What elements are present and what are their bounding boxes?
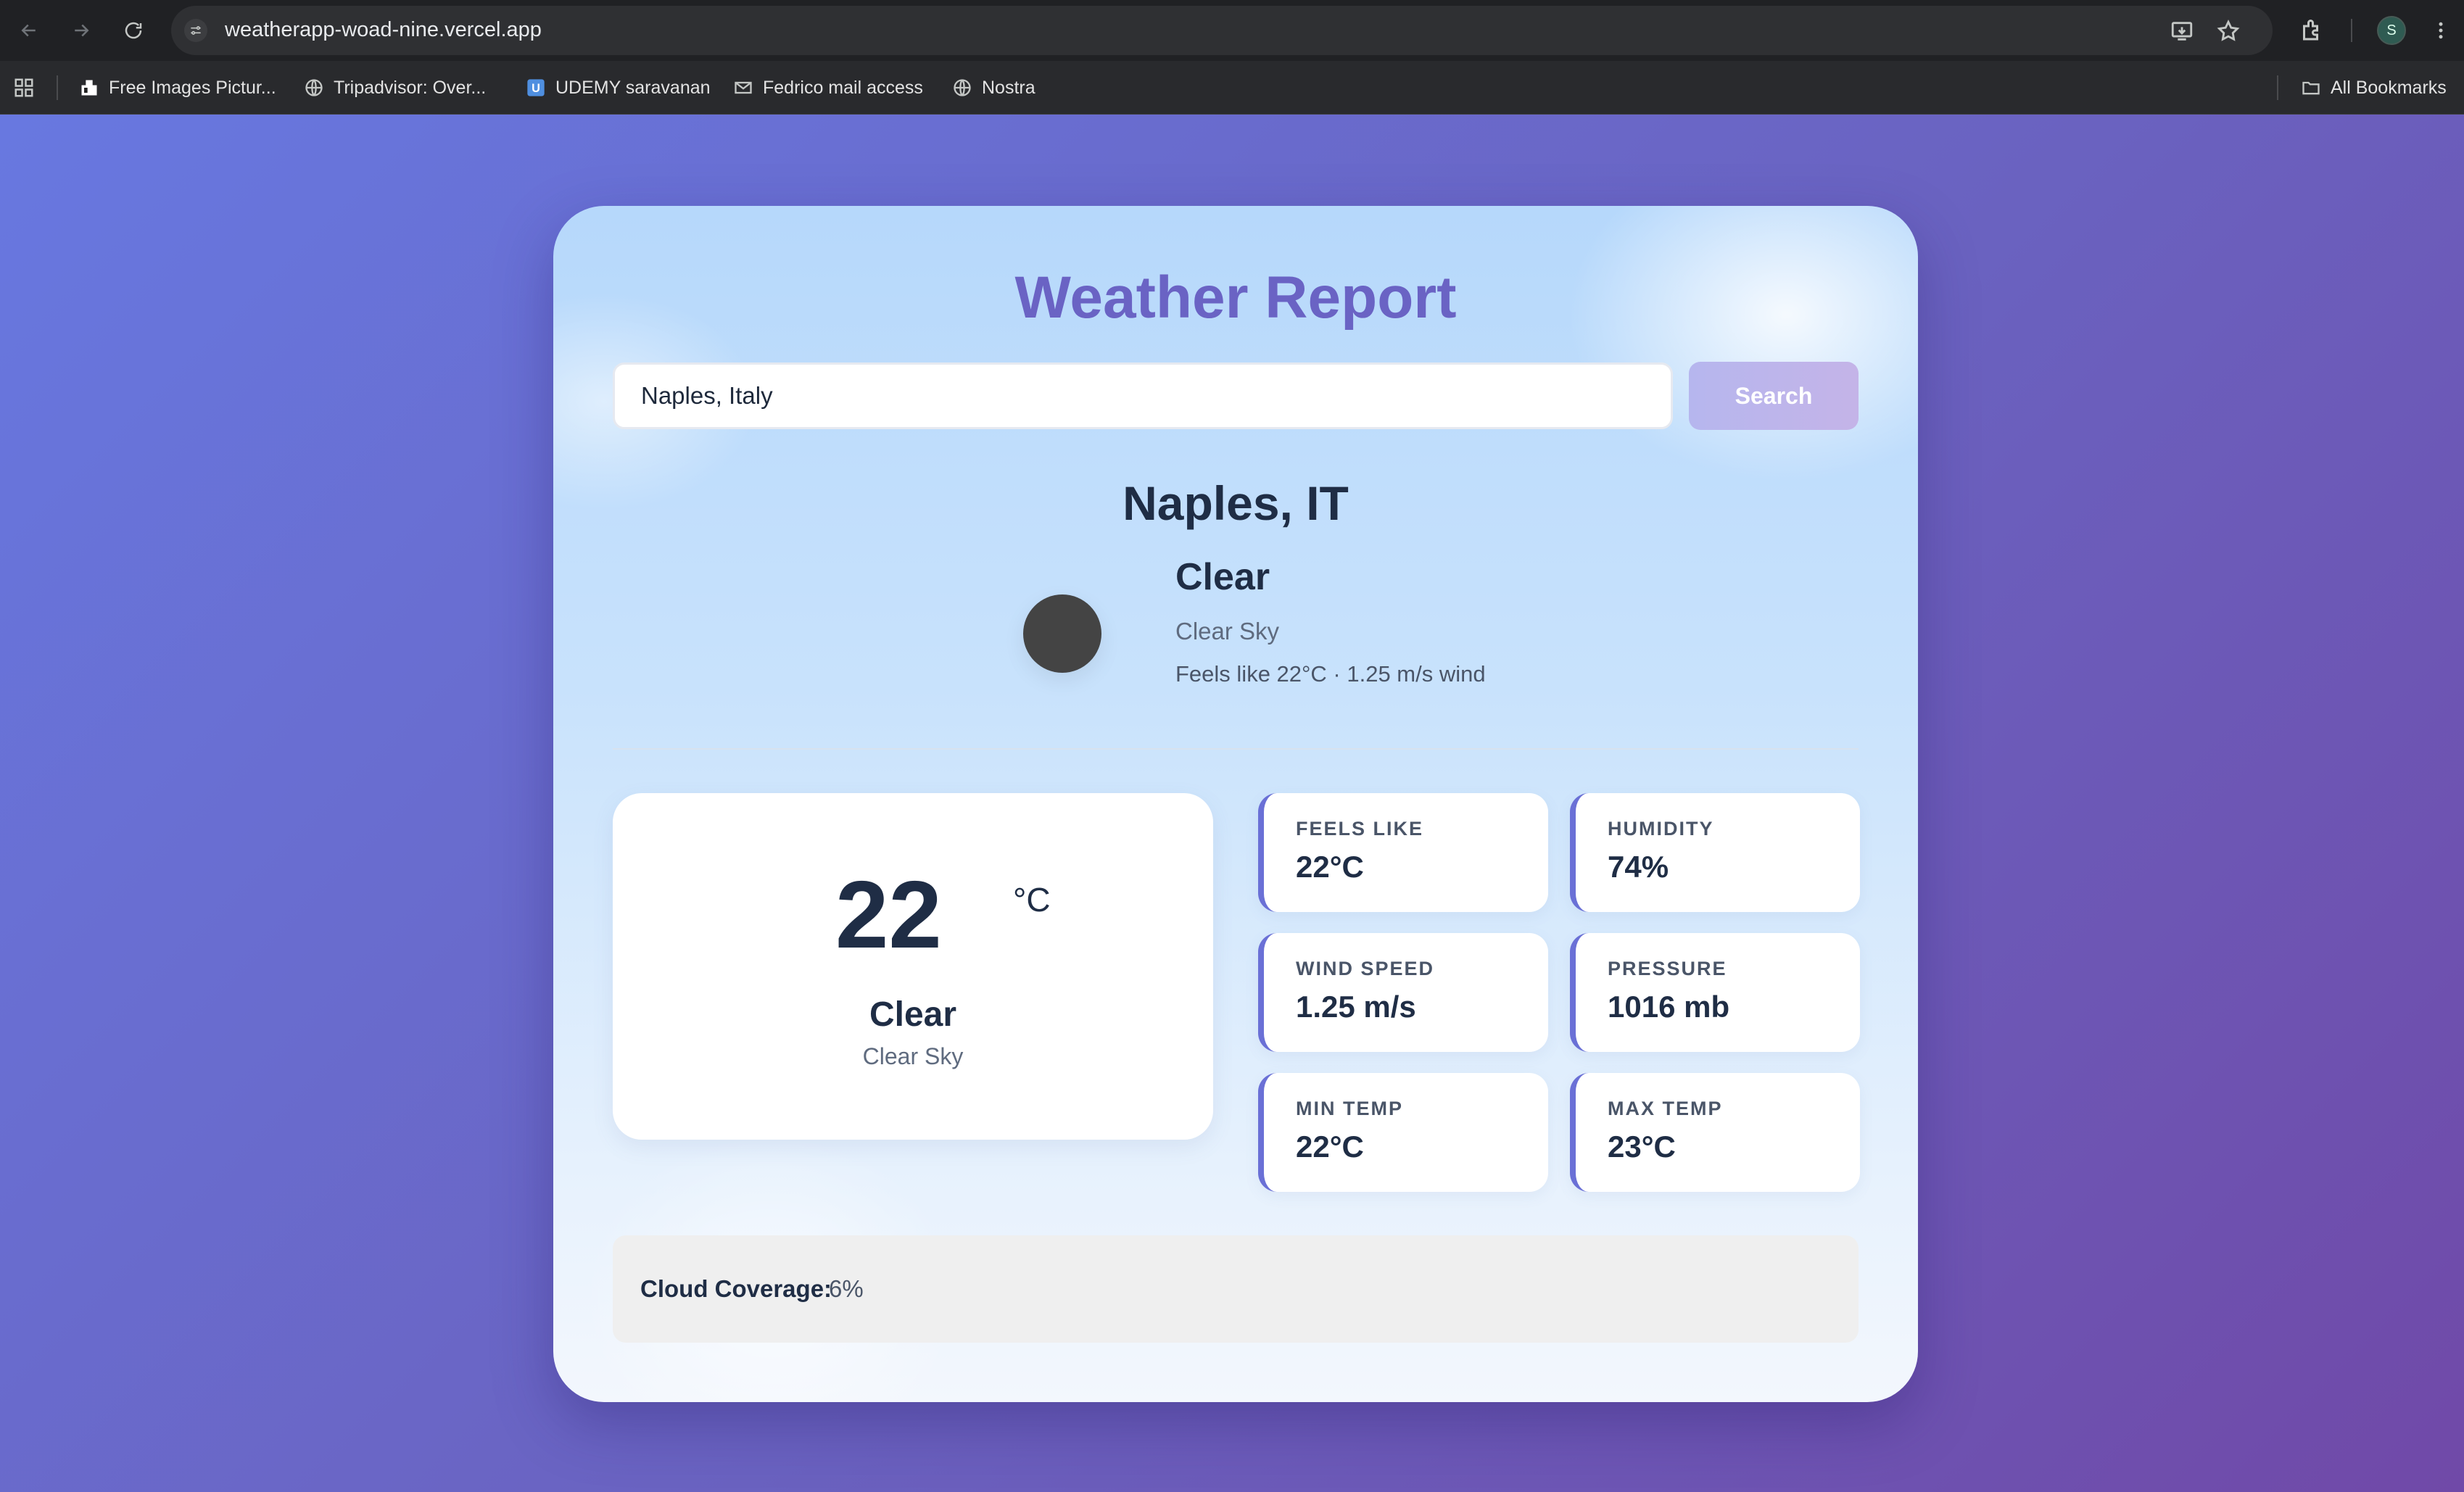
cloud-coverage-panel: Cloud Coverage: 6%	[613, 1235, 1859, 1343]
temperature-unit: °C	[1013, 881, 1051, 919]
page-title: Weather Report	[1014, 265, 1457, 331]
bookmark-item[interactable]: Tripadvisor: Over...	[303, 74, 486, 101]
temperature-description: Clear Sky	[862, 1043, 964, 1069]
svg-text:U: U	[532, 82, 540, 95]
bookmark-label: UDEMY saravanan	[555, 77, 711, 98]
forward-button[interactable]	[65, 14, 97, 46]
cloud-coverage-value: 6%	[829, 1275, 864, 1302]
stat-wind-speed: WIND SPEED 1.25 m/s	[1258, 933, 1548, 1052]
udemy-icon: U	[525, 77, 547, 99]
mail-icon	[732, 77, 754, 99]
stat-label: WIND SPEED	[1296, 958, 1435, 979]
bookmark-label: Fedrico mail access	[763, 77, 923, 98]
bookmark-item[interactable]: Nostra	[951, 74, 1035, 101]
image-site-icon	[78, 77, 100, 99]
bookmarks-divider	[2277, 75, 2278, 100]
profile-avatar[interactable]: S	[2377, 16, 2406, 45]
city-search-input[interactable]	[613, 362, 1673, 429]
all-bookmarks-label: All Bookmarks	[2331, 77, 2447, 98]
extensions-icon[interactable]	[2297, 16, 2326, 45]
back-arrow-icon	[21, 24, 36, 37]
bookmark-label: Tripadvisor: Over...	[334, 77, 487, 98]
weather-card: Weather Report Search Naples, IT Clear C…	[553, 206, 1918, 1402]
stat-pressure: PRESSURE 1016 mb	[1570, 933, 1860, 1052]
toolbar-divider	[2351, 19, 2352, 42]
forward-arrow-icon	[75, 24, 89, 37]
all-bookmarks-button[interactable]: All Bookmarks	[2300, 74, 2447, 101]
stat-label: FEELS LIKE	[1296, 818, 1424, 840]
stat-humidity: HUMIDITY 74%	[1570, 793, 1860, 912]
bookmark-item[interactable]: Fedrico mail access	[732, 74, 923, 101]
bookmark-item[interactable]: Free Images Pictur...	[78, 74, 276, 101]
bookmark-label: Nostra	[982, 77, 1035, 98]
bookmark-star-icon[interactable]	[2216, 19, 2241, 43]
stat-label: MAX TEMP	[1608, 1098, 1723, 1119]
temperature-value: 22	[835, 861, 942, 968]
stat-value: 22°C	[1296, 850, 1364, 884]
globe-icon	[303, 77, 325, 99]
condition-main: Clear	[1175, 556, 1270, 598]
folder-icon	[2300, 77, 2322, 99]
url-text: weatherapp-woad-nine.vercel.app	[225, 18, 542, 41]
weather-condition-icon	[1023, 594, 1101, 673]
stat-min-temp: MIN TEMP 22°C	[1258, 1073, 1548, 1192]
condition-description: Clear Sky	[1175, 618, 1280, 645]
stat-label: PRESSURE	[1608, 958, 1727, 979]
browser-toolbar: weatherapp-woad-nine.vercel.app S	[0, 0, 2464, 61]
globe-icon	[951, 77, 973, 99]
kebab-menu-icon[interactable]	[2426, 16, 2455, 45]
stat-value: 1016 mb	[1608, 990, 1730, 1024]
search-button[interactable]: Search	[1689, 362, 1859, 430]
stat-value: 1.25 m/s	[1296, 990, 1416, 1024]
stat-value: 74%	[1608, 850, 1669, 884]
cloud-coverage-label: Cloud Coverage:	[640, 1275, 832, 1302]
background-cloud	[1568, 206, 1918, 481]
bookmark-label: Free Images Pictur...	[109, 77, 276, 98]
temperature-card: 22 °C Clear Clear Sky	[613, 793, 1213, 1140]
page-background: Weather Report Search Naples, IT Clear C…	[0, 115, 2464, 1492]
address-bar[interactable]: weatherapp-woad-nine.vercel.app	[171, 6, 2273, 55]
stat-value: 22°C	[1296, 1130, 1364, 1164]
temperature-condition: Clear	[869, 995, 957, 1034]
stat-label: MIN TEMP	[1296, 1098, 1403, 1119]
section-divider	[613, 748, 1859, 750]
site-settings-icon[interactable]	[184, 19, 207, 42]
stat-max-temp: MAX TEMP 23°C	[1570, 1073, 1860, 1192]
stat-value: 23°C	[1608, 1130, 1676, 1164]
back-button[interactable]	[13, 14, 45, 46]
bookmarks-bar: Free Images Pictur... Tripadvisor: Over.…	[0, 61, 2464, 115]
city-name: Naples, IT	[1123, 476, 1349, 530]
apps-grid-icon[interactable]	[13, 77, 35, 99]
bookmark-item[interactable]: U UDEMY saravanan	[525, 74, 711, 101]
reload-button[interactable]	[117, 14, 149, 46]
stat-feels-like: FEELS LIKE 22°C	[1258, 793, 1548, 912]
bookmarks-divider	[57, 75, 58, 100]
condition-summary: Feels like 22°C · 1.25 m/s wind	[1175, 661, 1486, 687]
stat-label: HUMIDITY	[1608, 818, 1714, 840]
reload-icon	[125, 22, 142, 39]
install-app-icon[interactable]	[2170, 19, 2194, 43]
